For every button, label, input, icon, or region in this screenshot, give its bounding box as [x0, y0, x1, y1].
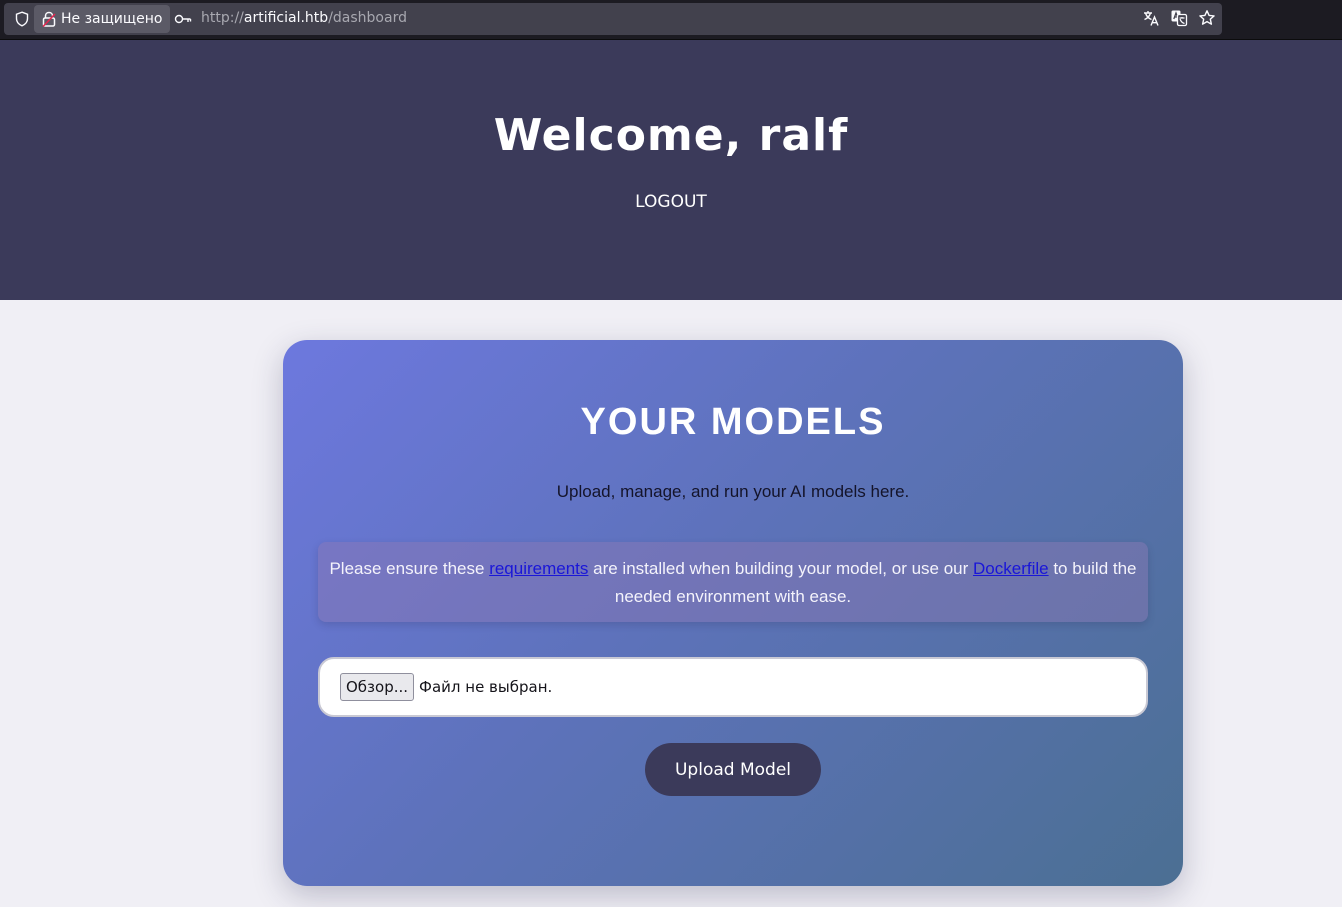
models-title: YOUR MODELS [580, 401, 886, 443]
browser-toolbar: Не защищено http://artificial.htb/dashbo… [0, 0, 1342, 40]
upload-model-button[interactable]: Upload Model [645, 743, 821, 796]
url-path: /dashboard [328, 10, 407, 26]
models-card: YOUR MODELS Upload, manage, and run your… [283, 340, 1183, 886]
security-indicator[interactable]: Не защищено [34, 5, 171, 33]
translate-icon[interactable] [1142, 9, 1160, 27]
requirements-notice: Please ensure these requirements are ins… [318, 542, 1148, 622]
models-subtitle: Upload, manage, and run your AI models h… [556, 482, 910, 501]
notice-text-2: are installed when building your model, … [588, 559, 974, 578]
welcome-heading: Welcome, ralf [493, 110, 849, 161]
bookmark-star-icon[interactable] [1198, 9, 1216, 27]
url-text[interactable]: http://artificial.htb/dashboard [201, 10, 407, 26]
translate-page-icon[interactable] [1170, 9, 1188, 27]
key-icon[interactable] [174, 12, 192, 26]
dockerfile-link[interactable]: Dockerfile [973, 559, 1049, 578]
logout-link[interactable]: LOGOUT [635, 192, 707, 212]
address-bar[interactable]: Не защищено http://artificial.htb/dashbo… [4, 3, 1222, 35]
url-host: artificial.htb [243, 10, 329, 26]
lock-warning-icon [42, 11, 56, 27]
url-scheme: http:// [201, 10, 244, 26]
model-file-input[interactable]: Обзор... Файл не выбран. [318, 657, 1148, 717]
requirements-link[interactable]: requirements [489, 559, 588, 578]
security-label: Не защищено [61, 11, 163, 27]
browse-button[interactable]: Обзор... [340, 673, 415, 701]
shield-icon[interactable] [14, 11, 30, 27]
address-bar-actions [1142, 9, 1216, 27]
page-header: Welcome, ralf LOGOUT [0, 40, 1342, 300]
file-status: Файл не выбран. [419, 678, 553, 696]
notice-text-1: Please ensure these [329, 559, 490, 578]
